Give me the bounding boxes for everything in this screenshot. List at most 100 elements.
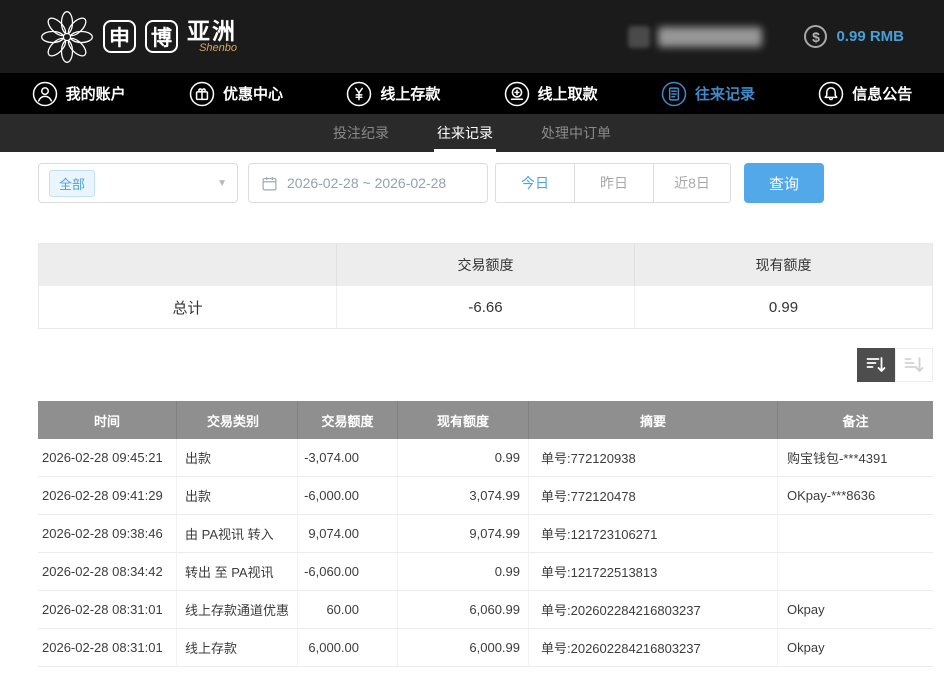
nav-item-label: 线上取款	[538, 83, 598, 104]
cell-balance: 0.99	[397, 439, 528, 476]
cell-amount: 60.00	[297, 591, 397, 628]
table-row: 2026-02-28 09:38:46 由 PA视讯 转入 9,074.00 9…	[38, 515, 933, 553]
cell-type: 线上存款通道优惠	[176, 591, 297, 628]
logo-region-text: 亚洲	[187, 19, 237, 43]
nav-item-my-account[interactable]: 我的账户	[0, 73, 157, 114]
cell-time: 2026-02-28 09:38:46	[38, 515, 176, 552]
table-row: 2026-02-28 09:41:29 出款 -6,000.00 3,074.9…	[38, 477, 933, 515]
chevron-down-icon: ▼	[217, 178, 227, 189]
nav-item-label: 线上存款	[380, 83, 440, 104]
date-range-input[interactable]: 2026-02-28 ~ 2026-02-28	[248, 163, 488, 203]
summary-total-transaction: -6.66	[336, 286, 634, 328]
cell-remark: Okpay	[777, 629, 933, 666]
col-header-type: 交易类别	[176, 401, 297, 439]
summary-header-balance: 现有额度	[634, 244, 932, 286]
quick-date-buttons: 今日 昨日 近8日	[495, 163, 731, 203]
avatar	[628, 26, 650, 48]
date-range-value: 2026-02-28 ~ 2026-02-28	[287, 175, 446, 191]
user-account-area[interactable]	[628, 26, 762, 48]
cell-remark: OKpay-***8636	[777, 477, 933, 514]
user-icon	[32, 81, 58, 107]
cell-remark	[777, 515, 933, 552]
col-header-remark: 备注	[777, 401, 933, 439]
col-header-amount: 交易额度	[297, 401, 397, 439]
table-row: 2026-02-28 09:45:21 出款 -3,074.00 0.99 单号…	[38, 439, 933, 477]
cell-amount: 9,074.00	[297, 515, 397, 552]
tab-transaction-records[interactable]: 往来记录	[434, 114, 496, 152]
tab-betting-records[interactable]: 投注纪录	[330, 114, 392, 152]
nav-item-withdraw[interactable]: 线上取款	[472, 73, 629, 114]
col-header-summary: 摘要	[528, 401, 777, 439]
cell-summary: 单号:121723106271	[528, 515, 777, 552]
cell-balance: 0.99	[397, 553, 528, 590]
table-row: 2026-02-28 08:34:42 转出 至 PA视讯 -6,060.00 …	[38, 553, 933, 591]
today-button[interactable]: 今日	[495, 163, 575, 203]
nav-item-label: 往来记录	[695, 83, 755, 104]
col-header-balance: 现有额度	[397, 401, 528, 439]
cell-balance: 3,074.99	[397, 477, 528, 514]
cell-time: 2026-02-28 08:34:42	[38, 553, 176, 590]
cell-time: 2026-02-28 09:41:29	[38, 477, 176, 514]
records-table: 时间 交易类别 交易额度 现有额度 摘要 备注 2026-02-28 09:45…	[38, 401, 933, 667]
flower-knot-icon	[40, 10, 94, 64]
brand-logo[interactable]: 申 博 亚洲 Shenbo	[40, 10, 237, 64]
summary-total-label: 总计	[39, 286, 336, 328]
nav-item-label: 我的账户	[66, 83, 126, 104]
nav-item-label: 信息公告	[852, 83, 912, 104]
cell-summary: 单号:202602284216803237	[528, 629, 777, 666]
cell-amount: -3,074.00	[297, 439, 397, 476]
bell-icon	[818, 81, 844, 107]
cell-remark: Okpay	[777, 591, 933, 628]
query-button[interactable]: 查询	[744, 163, 824, 203]
summary-total-balance: 0.99	[634, 286, 932, 328]
nav-item-label: 优惠中心	[223, 83, 283, 104]
nav-item-deposit[interactable]: 线上存款	[315, 73, 472, 114]
cell-balance: 6,000.99	[397, 629, 528, 666]
withdraw-coin-icon	[504, 81, 530, 107]
balance-amount: 0.99 RMB	[836, 28, 904, 45]
cell-type: 出款	[176, 477, 297, 514]
logo-char-shen: 申	[103, 20, 136, 53]
type-select-dropdown[interactable]: 全部 ▼	[38, 163, 238, 203]
nav-item-announcements[interactable]: 信息公告	[787, 73, 944, 114]
main-nav: 我的账户 优惠中心 线上存款 线上取款 往来记录 信息公告	[0, 73, 944, 114]
yesterday-button[interactable]: 昨日	[574, 163, 654, 203]
summary-table: 交易额度 现有额度 总计 -6.66 0.99	[38, 243, 933, 329]
sort-bar	[38, 348, 933, 382]
cell-time: 2026-02-28 08:31:01	[38, 591, 176, 628]
cell-type: 线上存款	[176, 629, 297, 666]
cell-time: 2026-02-28 08:31:01	[38, 629, 176, 666]
tab-processing-orders[interactable]: 处理中订单	[538, 114, 614, 152]
cell-summary: 单号:202602284216803237	[528, 591, 777, 628]
cell-amount: -6,060.00	[297, 553, 397, 590]
sort-descending-button[interactable]	[857, 348, 895, 382]
table-row: 2026-02-28 08:31:01 线上存款 6,000.00 6,000.…	[38, 629, 933, 667]
subtab-bar: 投注纪录 往来记录 处理中订单	[0, 114, 944, 152]
logo-en-text: Shenbo	[187, 43, 237, 55]
dollar-circle-icon: $	[804, 25, 827, 48]
nav-item-transactions[interactable]: 往来记录	[629, 73, 786, 114]
calendar-icon	[261, 175, 278, 192]
cell-amount: -6,000.00	[297, 477, 397, 514]
type-select-value: 全部	[49, 170, 95, 197]
col-header-time: 时间	[38, 401, 176, 439]
cell-type: 由 PA视讯 转入	[176, 515, 297, 552]
sort-ascending-button[interactable]	[895, 348, 933, 382]
records-icon	[661, 81, 687, 107]
cell-time: 2026-02-28 09:45:21	[38, 439, 176, 476]
cell-remark: 购宝钱包-***4391	[777, 439, 933, 476]
cell-remark	[777, 553, 933, 590]
summary-header-empty	[39, 244, 336, 286]
filter-row: 全部 ▼ 2026-02-28 ~ 2026-02-28 今日 昨日 近8日 查…	[38, 163, 933, 203]
top-header: 申 博 亚洲 Shenbo $ 0.99 RMB	[0, 0, 944, 73]
balance-display[interactable]: $ 0.99 RMB	[804, 25, 904, 48]
summary-total-row: 总计 -6.66 0.99	[39, 286, 932, 328]
last-8-days-button[interactable]: 近8日	[653, 163, 731, 203]
records-header-row: 时间 交易类别 交易额度 现有额度 摘要 备注	[38, 401, 933, 439]
cell-balance: 6,060.99	[397, 591, 528, 628]
cell-summary: 单号:772120478	[528, 477, 777, 514]
deposit-coin-icon	[346, 81, 372, 107]
nav-item-promotions[interactable]: 优惠中心	[157, 73, 314, 114]
cell-type: 出款	[176, 439, 297, 476]
logo-char-bo: 博	[145, 20, 178, 53]
